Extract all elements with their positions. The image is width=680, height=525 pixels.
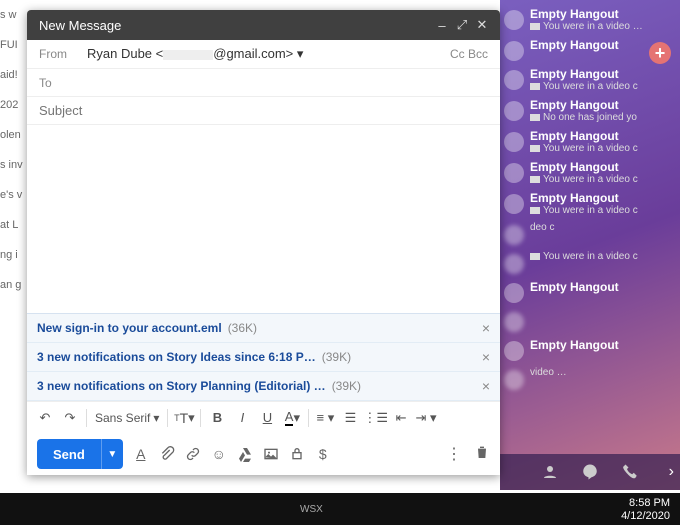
send-options-button[interactable]: ▼	[101, 439, 123, 469]
confidential-icon[interactable]	[289, 446, 305, 462]
compose-header[interactable]: New Message – ⤢ ✕	[27, 10, 500, 40]
video-icon	[530, 145, 540, 152]
emoji-icon[interactable]: ☺	[211, 446, 227, 462]
photo-icon[interactable]	[263, 446, 279, 462]
bcc-button[interactable]: Bcc	[468, 47, 488, 61]
phone-icon[interactable]	[621, 463, 639, 481]
left-truncated-column: s wFUIaid!202olens inve's vat Lng ian g	[0, 0, 27, 490]
hangout-avatar	[504, 132, 524, 152]
hangout-avatar	[504, 194, 524, 214]
cc-button[interactable]: Cc	[450, 47, 465, 61]
money-icon[interactable]: $	[315, 446, 331, 462]
hangout-item[interactable]: Empty HangoutYou were in a video c	[500, 157, 680, 188]
hangout-avatar	[504, 163, 524, 183]
remove-attachment-button[interactable]: ×	[482, 320, 490, 336]
attachments-list: New sign-in to your account.eml(36K)× 3 …	[27, 313, 500, 401]
attachment-row[interactable]: 3 new notifications on Story Planning (E…	[27, 372, 500, 401]
hangout-item[interactable]: video …	[500, 364, 680, 393]
hangout-avatar	[504, 370, 524, 390]
video-icon	[530, 23, 540, 30]
chevron-right-icon[interactable]: ›	[669, 463, 674, 481]
compose-window: New Message – ⤢ ✕ From Ryan Dube <@gmail…	[27, 10, 500, 475]
to-input[interactable]	[87, 75, 488, 90]
remove-attachment-button[interactable]: ×	[482, 378, 490, 394]
minimize-button[interactable]: –	[432, 18, 452, 33]
taskbar-time: 8:58 PM	[629, 497, 670, 509]
align-button[interactable]: ≡ ▾	[313, 406, 337, 430]
to-label: To	[39, 76, 87, 90]
hangout-item[interactable]: Empty HangoutYou were in a video …	[500, 4, 680, 35]
undo-button[interactable]: ↶	[33, 406, 57, 430]
hangout-item[interactable]: Empty HangoutYou were in a video c	[500, 64, 680, 95]
drive-icon[interactable]	[237, 446, 253, 462]
hangout-avatar	[504, 225, 524, 245]
attachment-row[interactable]: 3 new notifications on Story Ideas since…	[27, 343, 500, 372]
video-icon	[530, 207, 540, 214]
formatting-icon[interactable]: A	[133, 446, 149, 462]
hangouts-footer: ›	[500, 454, 680, 490]
expand-button[interactable]: ⤢	[452, 17, 472, 33]
windows-taskbar[interactable]: WSX 8:58 PM 4/12/2020	[0, 493, 680, 525]
hangouts-panel: + Empty HangoutYou were in a video … Emp…	[500, 0, 680, 490]
hangout-item[interactable]: Empty HangoutYou were in a video c	[500, 188, 680, 219]
underline-button[interactable]: U	[255, 406, 279, 430]
subject-input[interactable]	[39, 103, 488, 118]
hangout-avatar	[504, 70, 524, 90]
video-icon	[530, 176, 540, 183]
unordered-list-button[interactable]: ⋮☰	[363, 406, 388, 430]
hangout-item[interactable]	[500, 306, 680, 335]
hangout-avatar	[504, 341, 524, 361]
send-toolbar: Send ▼ A ☺ $ ⋮	[27, 433, 500, 475]
send-button[interactable]: Send	[37, 439, 101, 469]
more-options-button[interactable]: ⋮	[446, 444, 462, 464]
hangout-item[interactable]: Empty HangoutNo one has joined yo	[500, 95, 680, 126]
compose-body[interactable]	[27, 125, 500, 313]
hangout-avatar	[504, 10, 524, 30]
hangout-item[interactable]: deo c	[500, 219, 680, 248]
close-button[interactable]: ✕	[472, 17, 492, 33]
hangout-item[interactable]: Empty HangoutYou were in a video c	[500, 126, 680, 157]
attachment-row[interactable]: New sign-in to your account.eml(36K)×	[27, 314, 500, 343]
redo-button[interactable]: ↷	[58, 406, 82, 430]
hangout-avatar	[504, 312, 524, 332]
subject-row[interactable]	[27, 97, 500, 125]
hangout-avatar	[504, 41, 524, 61]
font-family-select[interactable]: Sans Serif ▾	[91, 406, 163, 430]
font-size-button[interactable]: TT ▾	[172, 406, 196, 430]
bold-button[interactable]: B	[205, 406, 229, 430]
discard-button[interactable]	[474, 444, 490, 460]
from-row[interactable]: From Ryan Dube <@gmail.com> ▾ Cc Bcc	[27, 40, 500, 69]
redacted-email	[163, 50, 213, 60]
hangout-avatar	[504, 254, 524, 274]
indent-less-button[interactable]: ⇤	[389, 406, 413, 430]
video-icon	[530, 253, 540, 260]
hangout-item[interactable]: Empty Hangout	[500, 335, 680, 364]
attach-icon[interactable]	[159, 446, 175, 462]
text-color-button[interactable]: A ▾	[280, 406, 304, 430]
video-icon	[530, 114, 540, 121]
indent-more-button[interactable]: ⇥ ▾	[414, 406, 438, 430]
new-hangout-button[interactable]: +	[649, 42, 671, 64]
format-toolbar: ↶ ↷ Sans Serif ▾ TT ▾ B I U A ▾ ≡ ▾ ☰ ⋮☰…	[27, 401, 500, 433]
contacts-icon[interactable]	[541, 463, 559, 481]
hangout-avatar	[504, 283, 524, 303]
video-icon	[530, 83, 540, 90]
hangout-item[interactable]: Empty Hangout	[500, 277, 680, 306]
to-row[interactable]: To	[27, 69, 500, 97]
hangout-avatar	[504, 101, 524, 121]
link-icon[interactable]	[185, 446, 201, 462]
watermark: WSX	[300, 504, 323, 515]
taskbar-date: 4/12/2020	[621, 510, 670, 522]
italic-button[interactable]: I	[230, 406, 254, 430]
hangouts-icon[interactable]	[581, 463, 599, 481]
from-label: From	[39, 47, 87, 61]
compose-title: New Message	[39, 18, 432, 33]
remove-attachment-button[interactable]: ×	[482, 349, 490, 365]
ordered-list-button[interactable]: ☰	[338, 406, 362, 430]
hangout-item[interactable]: You were in a video c	[500, 248, 680, 277]
